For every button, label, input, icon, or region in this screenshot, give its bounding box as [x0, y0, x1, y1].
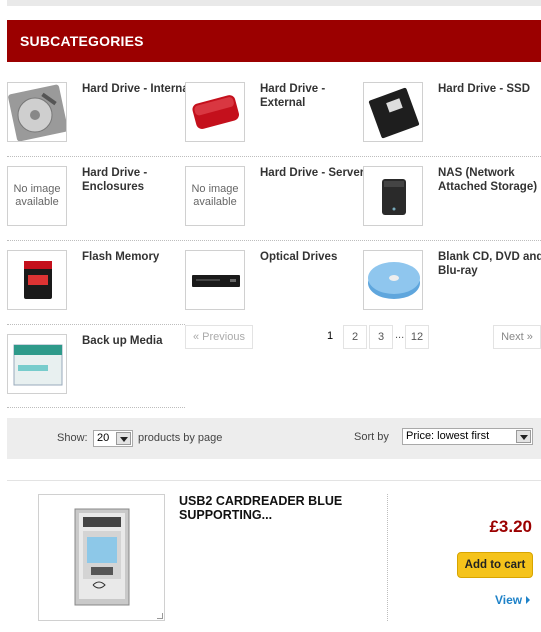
- subcategory-thumbnail[interactable]: [7, 334, 67, 394]
- subcategory-name[interactable]: Blank CD, DVD and Blu-ray: [438, 250, 541, 278]
- pagination-next[interactable]: Next »: [493, 325, 541, 349]
- resize-corner-icon: [157, 613, 163, 619]
- subcategory-name[interactable]: Hard Drive - Server: [260, 166, 370, 180]
- sort-label: Sort by: [354, 431, 389, 443]
- product-column-divider: [387, 494, 388, 621]
- subcategory-hard-drive-internal[interactable]: Hard Drive - Internal: [7, 82, 192, 166]
- subcategory-thumbnail[interactable]: [185, 82, 245, 142]
- add-to-cart-button[interactable]: Add to cart: [457, 552, 533, 578]
- pagination-ellipsis: ...: [395, 329, 405, 341]
- pagination-page-current: 1: [326, 330, 334, 342]
- row-divider: [7, 240, 541, 241]
- subcategory-name[interactable]: Optical Drives: [260, 250, 370, 264]
- subcategory-thumbnail[interactable]: [363, 250, 423, 310]
- subcategory-hard-drive-enclosures[interactable]: No image available Hard Drive - Enclosur…: [7, 166, 185, 250]
- subcategory-name[interactable]: Hard Drive - External: [260, 82, 370, 110]
- subcategory-name[interactable]: NAS (Network Attached Storage): [438, 166, 541, 194]
- subcategory-hard-drive-server[interactable]: No image available Hard Drive - Server: [185, 166, 364, 250]
- pagination-previous[interactable]: « Previous: [185, 325, 253, 349]
- subcategory-name[interactable]: Back up Media: [82, 334, 192, 348]
- chevron-down-icon[interactable]: [516, 430, 531, 443]
- subcategory-name[interactable]: Hard Drive - Internal: [82, 82, 192, 96]
- subcategory-thumbnail[interactable]: [185, 250, 245, 310]
- chevron-down-icon[interactable]: [116, 432, 131, 445]
- subcategory-thumbnail[interactable]: [7, 250, 67, 310]
- subcategory-name[interactable]: Hard Drive - SSD: [438, 82, 541, 96]
- pagination-page[interactable]: 12: [405, 325, 429, 349]
- no-image-placeholder[interactable]: No image available: [7, 166, 67, 226]
- sort-value: Price: lowest first: [406, 430, 490, 442]
- per-page-value: 20: [97, 432, 110, 444]
- row-divider: [7, 407, 185, 408]
- subcategories-heading: SUBCATEGORIES: [7, 20, 541, 62]
- subcategory-thumbnail[interactable]: [363, 166, 423, 226]
- pagination-page[interactable]: 3: [369, 325, 393, 349]
- sort-select[interactable]: Price: lowest first: [402, 428, 533, 445]
- product-image[interactable]: [38, 494, 165, 621]
- subcategory-hard-drive-external[interactable]: Hard Drive - External: [185, 82, 363, 166]
- subcategory-name[interactable]: Hard Drive - Enclosures: [82, 166, 192, 194]
- subcategory-flash-memory[interactable]: Flash Memory: [7, 250, 185, 334]
- subcategory-optical-drives[interactable]: Optical Drives: [185, 250, 363, 334]
- row-divider: [7, 156, 541, 157]
- subcategory-thumbnail[interactable]: [363, 82, 423, 142]
- product-list-toolbar: Show: 20 products by page Sort by Price:…: [7, 418, 541, 459]
- subcategory-thumbnail[interactable]: [7, 82, 67, 142]
- subcategory-hard-drive-ssd[interactable]: Hard Drive - SSD: [363, 82, 541, 166]
- show-label: Show:: [57, 432, 88, 444]
- per-page-select[interactable]: 20: [93, 430, 133, 447]
- subcategory-name[interactable]: Flash Memory: [82, 250, 192, 264]
- subcategory-nas[interactable]: NAS (Network Attached Storage): [363, 166, 541, 250]
- caret-right-icon: [526, 596, 531, 604]
- product-title[interactable]: USB2 CARDREADER BLUE SUPPORTING...: [179, 494, 379, 522]
- subcategory-blank-media[interactable]: Blank CD, DVD and Blu-ray: [363, 250, 541, 334]
- per-page-label: products by page: [138, 432, 223, 444]
- subcategory-back-up-media[interactable]: Back up Media: [7, 334, 185, 418]
- no-image-placeholder[interactable]: No image available: [185, 166, 245, 226]
- row-divider: [7, 324, 185, 325]
- pagination-page[interactable]: 2: [343, 325, 367, 349]
- top-divider-band: [7, 0, 541, 6]
- card-reader-image: [74, 508, 130, 606]
- view-link-label[interactable]: View: [495, 593, 522, 607]
- view-product-link[interactable]: View: [495, 593, 531, 607]
- product-price: £3.20: [489, 517, 532, 536]
- product-list-item: USB2 CARDREADER BLUE SUPPORTING... £3.20…: [7, 480, 541, 632]
